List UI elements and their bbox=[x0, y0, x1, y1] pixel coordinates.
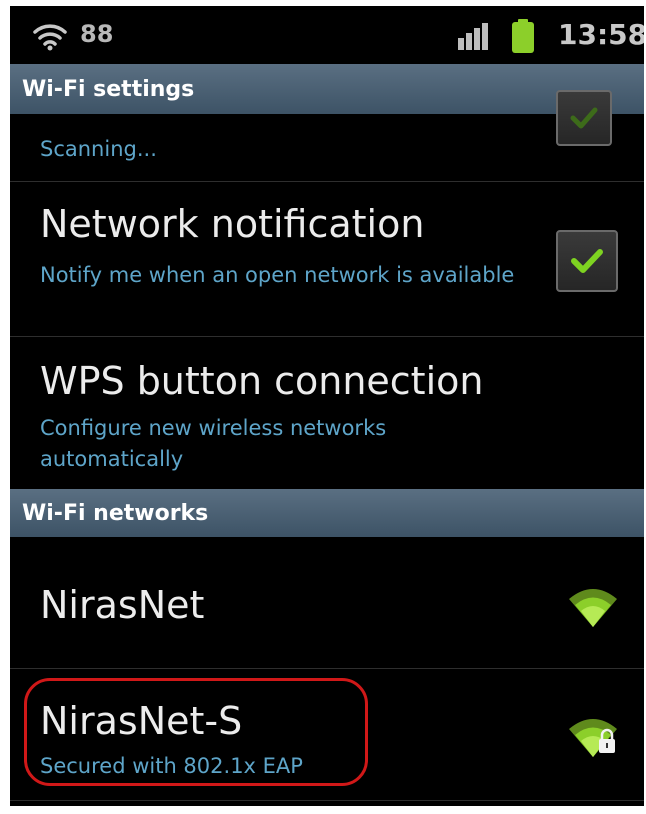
wifi-signal-icon bbox=[569, 589, 617, 627]
battery-icon bbox=[512, 19, 534, 53]
clock: 13:58 bbox=[558, 18, 644, 51]
signal-bars-icon bbox=[458, 23, 488, 50]
scanning-status: Scanning... bbox=[40, 137, 157, 161]
network-name: NirasNet-S bbox=[40, 699, 243, 743]
network-item[interactable]: NirasNet-S Secured with 802.1x EAP bbox=[10, 669, 644, 801]
checkmark-icon bbox=[571, 249, 603, 273]
wps-title: WPS button connection bbox=[40, 359, 484, 403]
network-notification-checkbox[interactable] bbox=[556, 230, 618, 292]
network-notification-row[interactable]: Network notification Notify me when an o… bbox=[10, 182, 644, 337]
network-name: NirasNet bbox=[40, 583, 205, 627]
wifi-status-icon bbox=[33, 24, 67, 51]
network-item[interactable]: NirasNet bbox=[10, 537, 644, 669]
wps-description: Configure new wireless networks automati… bbox=[40, 416, 387, 471]
wifi-number: 88 bbox=[80, 20, 114, 48]
network-notification-description: Notify me when an open network is availa… bbox=[40, 263, 515, 287]
wifi-toggle-checkbox[interactable] bbox=[556, 90, 612, 146]
scanning-row[interactable]: Scanning... bbox=[10, 90, 644, 182]
network-notification-title: Network notification bbox=[40, 202, 425, 246]
wifi-settings-header: Wi-Fi settings bbox=[10, 64, 644, 114]
checkmark-icon bbox=[570, 107, 598, 129]
wps-button-connection-row[interactable]: WPS button connection Configure new wire… bbox=[10, 337, 644, 489]
status-bar: 88 13:58 bbox=[10, 6, 644, 64]
wifi-networks-header: Wi-Fi networks bbox=[10, 489, 644, 537]
network-security: Secured with 802.1x EAP bbox=[40, 754, 303, 778]
wifi-signal-lock-icon bbox=[569, 719, 617, 757]
phone-screen: 88 13:58 Wi-Fi settings Scanning... Netw… bbox=[10, 6, 644, 806]
